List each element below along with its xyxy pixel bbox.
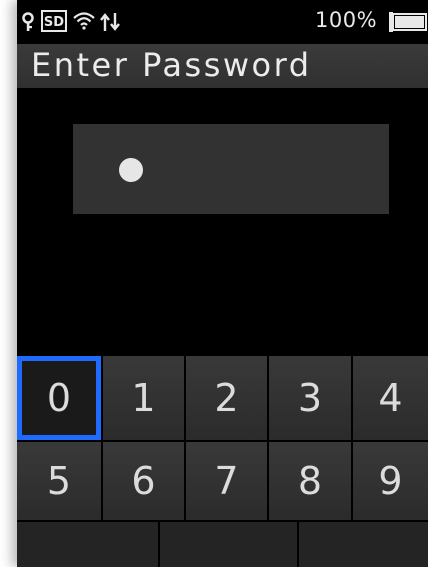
key-4[interactable]: 4 bbox=[353, 356, 428, 440]
key-6[interactable]: 6 bbox=[103, 442, 184, 520]
wifi-icon bbox=[73, 12, 95, 30]
password-dot bbox=[119, 158, 143, 182]
status-bar: SD 100% bbox=[17, 0, 428, 44]
bottom-key-middle[interactable] bbox=[160, 522, 297, 567]
password-field[interactable] bbox=[73, 124, 389, 214]
sd-card-icon: SD bbox=[41, 10, 67, 32]
key-1[interactable]: 1 bbox=[103, 356, 184, 440]
camera-screen: SD 100% Enter Password 0 1 2 3 4 5 6 7 8… bbox=[17, 0, 428, 567]
sd-label: SD bbox=[44, 15, 64, 30]
key-0[interactable]: 0 bbox=[17, 356, 101, 440]
key-7[interactable]: 7 bbox=[186, 442, 267, 520]
title-bar: Enter Password bbox=[17, 44, 428, 88]
key-icon bbox=[22, 12, 34, 31]
battery-icon bbox=[389, 12, 427, 32]
key-2[interactable]: 2 bbox=[186, 356, 267, 440]
page-title: Enter Password bbox=[31, 46, 312, 84]
bottom-key-left[interactable] bbox=[17, 522, 158, 567]
key-8[interactable]: 8 bbox=[269, 442, 351, 520]
key-3[interactable]: 3 bbox=[269, 356, 351, 440]
key-9[interactable]: 9 bbox=[353, 442, 428, 520]
battery-percentage: 100% bbox=[315, 8, 378, 32]
transfer-arrows-icon bbox=[100, 13, 120, 31]
bottom-key-right[interactable] bbox=[299, 522, 428, 567]
key-5[interactable]: 5 bbox=[17, 442, 101, 520]
